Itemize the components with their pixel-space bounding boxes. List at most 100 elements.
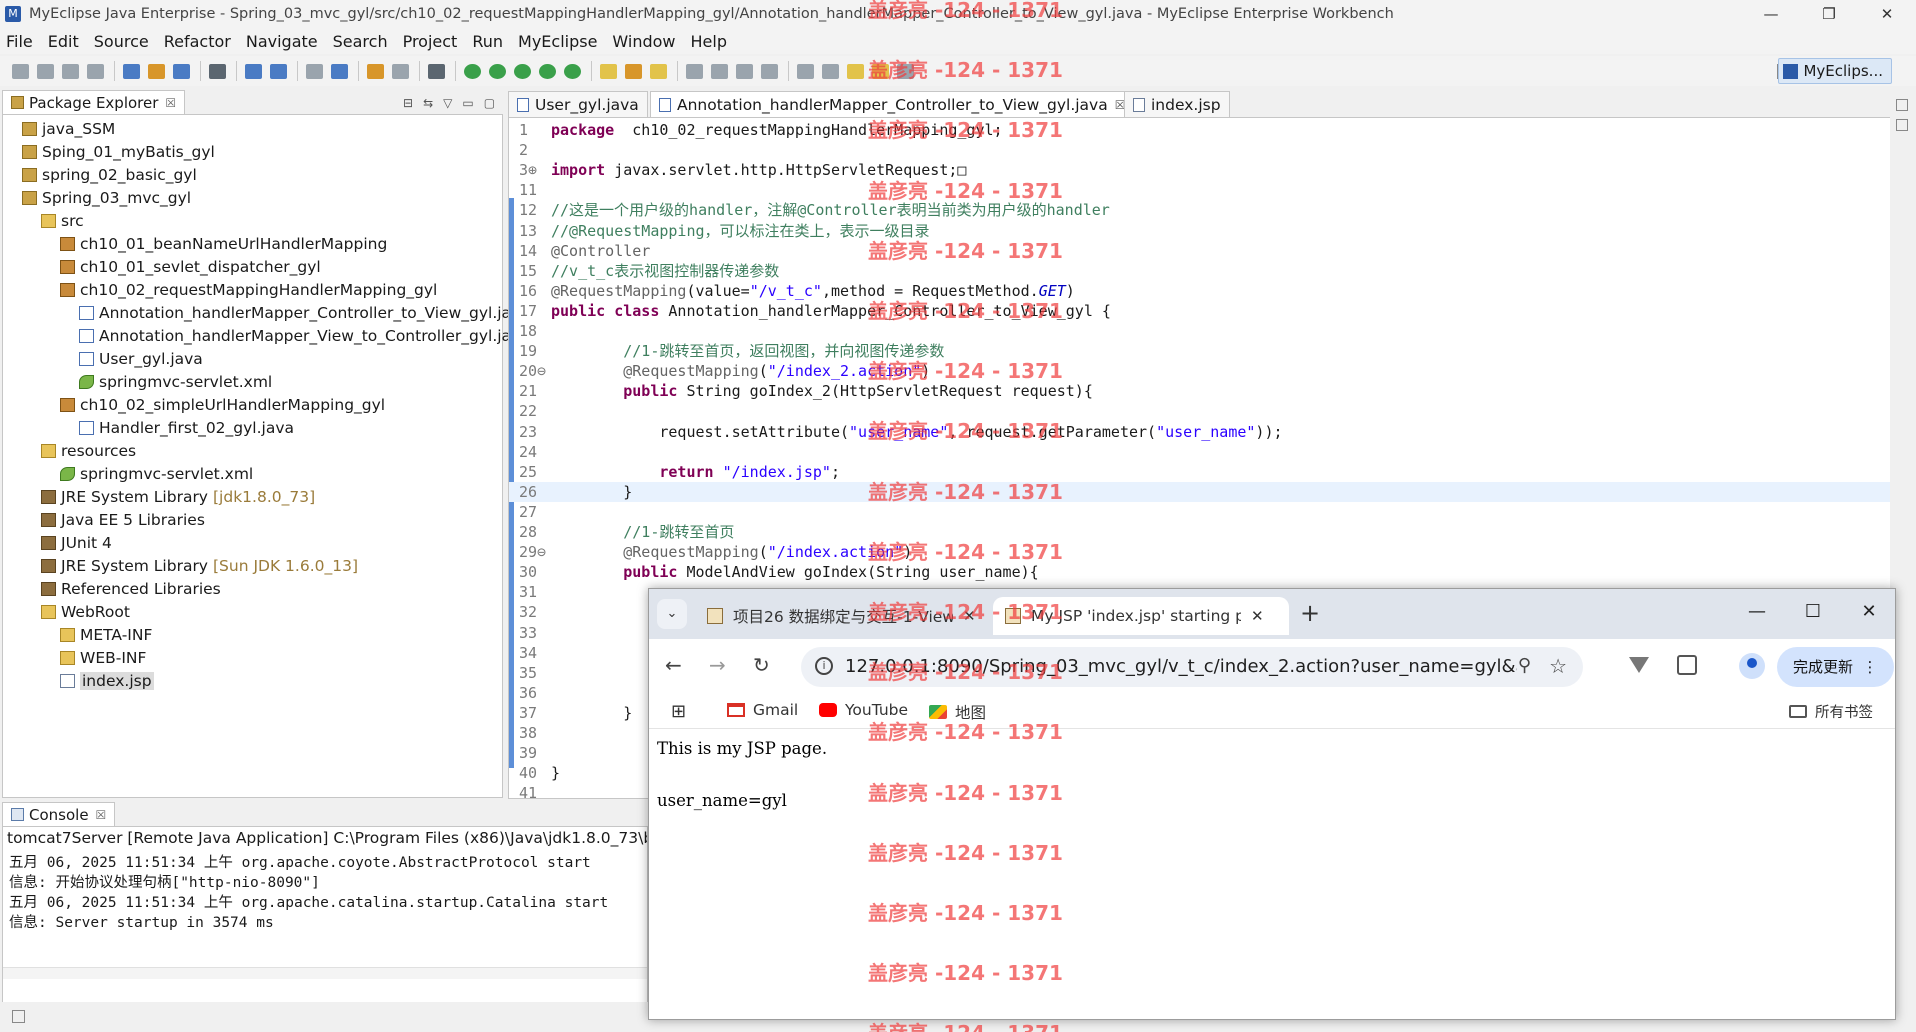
last-edit-icon[interactable] <box>847 63 864 79</box>
tree-item[interactable]: Handler_first_02_gyl.java <box>4 416 501 439</box>
print-icon[interactable] <box>87 63 104 79</box>
extension-funnel-icon[interactable] <box>1629 657 1649 673</box>
search-icon[interactable]: ⚲ <box>1518 655 1531 676</box>
edit-icon[interactable] <box>711 63 728 79</box>
minimize-view-icon[interactable]: ▭ <box>462 96 473 110</box>
site-info-icon[interactable]: i <box>815 657 833 675</box>
package-explorer-tab[interactable]: Package Explorer ☒ <box>2 90 186 114</box>
code-line[interactable]: 11 <box>509 180 1899 200</box>
back-arrow-icon[interactable]: ← <box>665 653 682 677</box>
new-package-icon[interactable] <box>392 63 409 79</box>
code-line[interactable]: 17 public class Annotation_handlerMapper_… <box>509 301 1899 321</box>
browser-maximize-button[interactable]: ☐ <box>1785 589 1841 635</box>
external-tools-icon[interactable] <box>539 63 556 79</box>
code-line[interactable]: 13 //@RequestMapping，可以标注在类上，表示一级目录 <box>509 221 1899 241</box>
code-line[interactable]: 2 <box>509 140 1899 160</box>
pin-icon[interactable] <box>686 63 703 79</box>
run-icon[interactable] <box>489 63 506 79</box>
close-tab-icon[interactable]: ✕ <box>1251 607 1264 625</box>
open-resource-icon[interactable] <box>173 63 190 79</box>
tree-item[interactable]: ch10_02_simpleUrlHandlerMapping_gyl <box>4 393 501 416</box>
tree-item[interactable]: Annotation_handlerMapper_Controller_to_V… <box>4 301 511 324</box>
code-line[interactable]: 18 <box>509 321 1899 341</box>
forward-icon[interactable] <box>897 63 914 79</box>
block-select-icon[interactable] <box>761 63 778 79</box>
tree-item[interactable]: spring_02_basic_gyl <box>4 163 501 186</box>
tree-item[interactable]: Referenced Libraries <box>4 577 501 600</box>
code-line[interactable]: 15 //v_t_c表示视图控制器传递参数 <box>509 261 1899 281</box>
new-icon[interactable] <box>12 63 29 79</box>
code-line[interactable]: 28 //1-跳转至首页 <box>509 522 1899 542</box>
close-icon[interactable]: ☒ <box>165 96 176 110</box>
code-line[interactable]: 29⊖ @RequestMapping("/index.action") <box>509 542 1899 562</box>
menu-window[interactable]: Window <box>612 32 675 51</box>
extensions-puzzle-icon[interactable] <box>1677 655 1697 675</box>
code-line[interactable]: 14 @Controller <box>509 241 1899 261</box>
toggle-mark-icon[interactable] <box>650 63 667 79</box>
previous-annotation-icon[interactable] <box>822 63 839 79</box>
tree-item[interactable]: JUnit 4 <box>4 531 501 554</box>
save-icon[interactable] <box>37 63 54 79</box>
collapse-all-icon[interactable]: ⊟ <box>403 96 413 110</box>
close-icon[interactable]: ☒ <box>96 808 107 822</box>
tree-item[interactable]: springmvc-servlet.xml <box>4 370 501 393</box>
menu-file[interactable]: File <box>6 32 33 51</box>
menu-refactor[interactable]: Refactor <box>164 32 231 51</box>
menu-navigate[interactable]: Navigate <box>246 32 318 51</box>
profile-avatar-icon[interactable] <box>1739 653 1765 679</box>
forward-arrow-icon[interactable]: → <box>709 653 726 677</box>
code-line[interactable]: 24 <box>509 442 1899 462</box>
menu-myeclipse[interactable]: MyEclipse <box>518 32 597 51</box>
code-line[interactable]: 12 //这是一个用户级的handler，注解@Controller表明当前类为用… <box>509 200 1899 220</box>
code-line[interactable]: 22 <box>509 401 1899 421</box>
tree-item[interactable]: META-INF <box>4 623 501 646</box>
bookmark-maps[interactable]: 地图 <box>929 701 986 723</box>
tab-search-icon[interactable]: ⌄ <box>657 599 687 629</box>
tree-item[interactable]: springmvc-servlet.xml <box>4 462 501 485</box>
maximize-view-icon[interactable]: ▢ <box>484 96 495 110</box>
next-annotation-icon[interactable] <box>797 63 814 79</box>
open-type-icon[interactable] <box>148 63 165 79</box>
tree-item[interactable]: Sping_01_myBatis_gyl <box>4 140 501 163</box>
code-line[interactable]: 16 @RequestMapping(value="/v_t_c",method … <box>509 281 1899 301</box>
close-tab-icon[interactable]: ✕ <box>963 607 976 625</box>
run-coverage-icon[interactable] <box>514 63 531 79</box>
browser-tab-active[interactable]: My JSP 'index.jsp' starting pa ✕ <box>993 597 1289 635</box>
browser-close-button[interactable]: ✕ <box>1841 589 1895 635</box>
tree-item[interactable]: index.jsp <box>4 669 501 692</box>
close-button[interactable]: ✕ <box>1858 0 1916 28</box>
console-tab[interactable]: Console ☒ <box>2 802 116 826</box>
tree-item[interactable]: Annotation_handlerMapper_View_to_Control… <box>4 324 511 347</box>
code-line[interactable]: 30 public ModelAndView goIndex(String us… <box>509 562 1899 582</box>
bookmark-youtube[interactable]: YouTube <box>819 701 908 719</box>
restore-icon[interactable] <box>1896 99 1908 111</box>
code-line[interactable]: 3⊕ import javax.servlet.http.HttpServletR… <box>509 160 1899 180</box>
reload-icon[interactable]: ↻ <box>753 653 770 677</box>
restore-button[interactable]: ❐ <box>1800 0 1858 28</box>
browser-minimize-button[interactable]: — <box>1729 589 1785 635</box>
code-line[interactable]: 23 request.setAttribute("user_name", req… <box>509 422 1899 442</box>
all-bookmarks[interactable]: 所有书签 <box>1789 701 1873 722</box>
tree-item[interactable]: java_SSM <box>4 117 501 140</box>
perspective-switcher[interactable]: MyEclips... <box>1778 58 1892 84</box>
outline-icon[interactable] <box>1896 119 1908 131</box>
tree-item[interactable]: ch10_01_sevlet_dispatcher_gyl <box>4 255 501 278</box>
console-horizontal-scrollbar[interactable] <box>3 967 647 979</box>
terminal-icon[interactable] <box>428 63 445 79</box>
tree-item[interactable]: User_gyl.java <box>4 347 501 370</box>
tree-item[interactable]: JRE System Library [jdk1.8.0_73] <box>4 485 501 508</box>
code-line[interactable]: 27 <box>509 502 1899 522</box>
editor-tab[interactable]: User_gyl.java <box>508 91 648 117</box>
minimize-button[interactable]: — <box>1742 0 1800 28</box>
menu-source[interactable]: Source <box>94 32 149 51</box>
new-tab-button[interactable]: + <box>1300 599 1320 627</box>
update-button[interactable]: 完成更新 ⋮ <box>1777 647 1894 687</box>
address-bar[interactable]: i 127.0.0.1:8090/Spring_03_mvc_gyl/v_t_c… <box>801 647 1583 687</box>
tree-item[interactable]: WebRoot <box>4 600 501 623</box>
server-icon[interactable] <box>209 63 226 79</box>
fast-view-icon[interactable] <box>12 1010 25 1023</box>
tree-item[interactable]: ch10_01_beanNameUrlHandlerMapping <box>4 232 501 255</box>
link-with-editor-icon[interactable]: ⇆ <box>423 96 433 110</box>
search-icon[interactable] <box>625 63 642 79</box>
menu-run[interactable]: Run <box>472 32 503 51</box>
